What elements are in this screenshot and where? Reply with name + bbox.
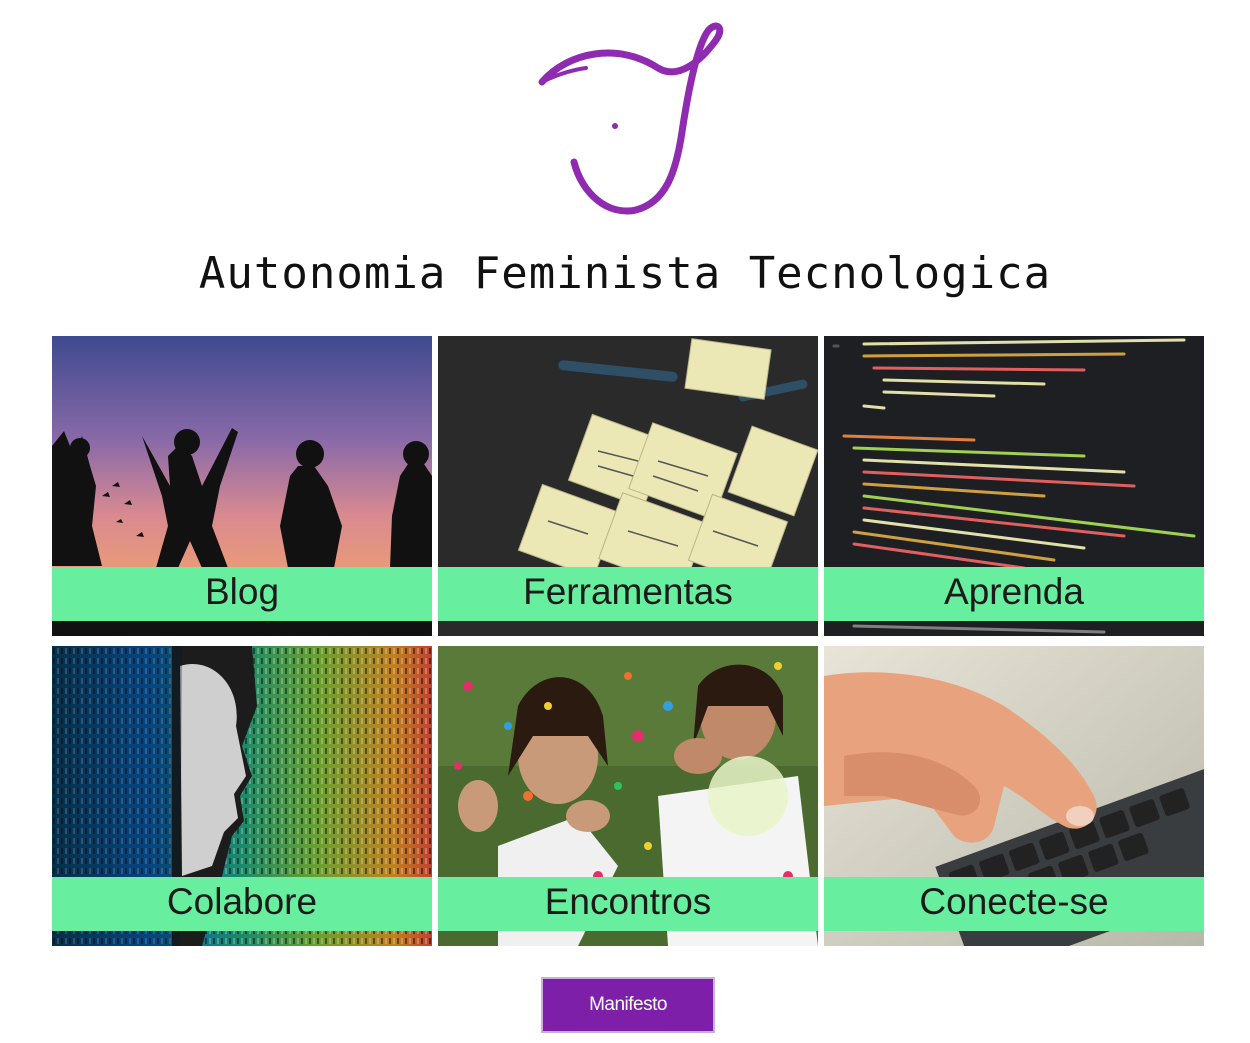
tile-encontros[interactable]: Encontros: [438, 646, 818, 946]
manifesto-button[interactable]: Manifesto: [541, 977, 715, 1033]
tile-label-bar: Ferramentas: [438, 567, 818, 621]
logo-icon[interactable]: [528, 22, 728, 218]
tile-label-bar: Conecte-se: [824, 877, 1204, 931]
tile-label: Colabore: [166, 881, 318, 922]
tile-label-bar: Aprenda: [824, 567, 1204, 621]
tile-label: Conecte-se: [919, 881, 1109, 922]
section-grid: Blog Ferramentas Aprenda Colabore Encont…: [52, 336, 1204, 946]
tile-label-bar: Colabore: [52, 877, 432, 931]
tile-colabore[interactable]: Colabore: [52, 646, 432, 946]
tile-blog[interactable]: Blog: [52, 336, 432, 636]
tile-ferramentas[interactable]: Ferramentas: [438, 336, 818, 636]
site-title: Autonomia Feminista Tecnologica: [198, 248, 1052, 299]
tile-conecte-se[interactable]: Conecte-se: [824, 646, 1204, 946]
tile-aprenda[interactable]: Aprenda: [824, 336, 1204, 636]
tile-label: Encontros: [544, 881, 712, 922]
tile-label-bar: Blog: [52, 567, 432, 621]
tile-label-bar: Encontros: [438, 877, 818, 931]
tile-label: Ferramentas: [523, 571, 733, 612]
tile-label: Aprenda: [944, 571, 1084, 612]
tile-label: Blog: [204, 571, 280, 612]
